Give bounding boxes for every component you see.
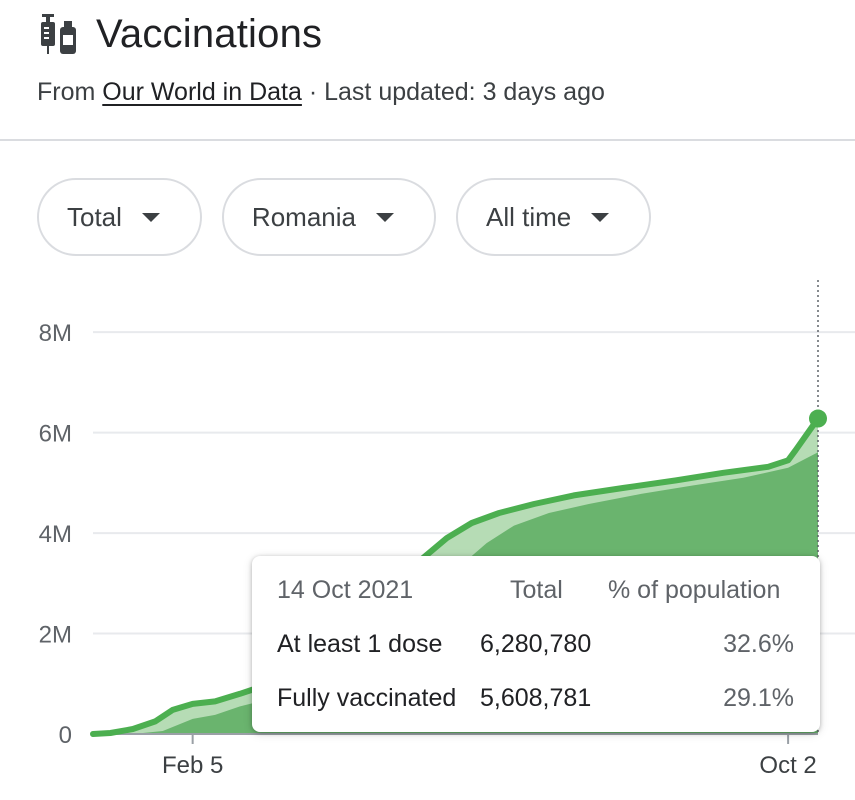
data-point-marker: [809, 409, 827, 428]
metric-dropdown-label: Total: [67, 201, 122, 232]
last-updated: · Last updated: 3 days ago: [308, 78, 605, 106]
x-tick-label: Oct 2: [759, 752, 816, 779]
time-range-dropdown[interactable]: All time: [455, 178, 652, 256]
page-title: Vaccinations: [96, 12, 323, 56]
y-tick-label: 8M: [39, 320, 72, 347]
dropdown-arrow-icon: [591, 212, 610, 222]
chart-tooltip: 14 Oct 2021 Total % of population At lea…: [252, 556, 820, 732]
country-dropdown[interactable]: Romania: [221, 178, 436, 256]
tooltip-row-pct: 32.6%: [723, 630, 794, 658]
dropdown-arrow-icon: [141, 212, 160, 222]
y-tick-label: 4M: [39, 521, 72, 548]
dropdown-arrow-icon: [375, 212, 394, 222]
source-line: From Our World in Data · Last updated: 3…: [37, 78, 605, 107]
country-dropdown-label: Romania: [251, 201, 356, 232]
tooltip-col-total: Total: [510, 576, 563, 604]
tooltip-row-pct: 29.1%: [723, 684, 794, 712]
tooltip-row-total: 5,608,781: [480, 684, 592, 712]
header: Vaccinations From Our World in Data · La…: [0, 0, 855, 140]
source-prefix: From: [37, 78, 96, 106]
tooltip-row-label: Fully vaccinated: [277, 684, 457, 712]
x-tick-label: Feb 5: [162, 752, 223, 779]
tooltip-date: 14 Oct 2021: [277, 576, 414, 604]
tooltip-row-total: 6,280,780: [480, 630, 592, 658]
time-range-dropdown-label: All time: [485, 201, 572, 232]
metric-dropdown[interactable]: Total: [37, 178, 202, 256]
source-link[interactable]: Our World in Data: [102, 78, 302, 106]
tooltip-col-pct: % of population: [608, 576, 781, 604]
tooltip-row-label: At least 1 dose: [277, 630, 443, 658]
y-tick-label: 0: [59, 722, 72, 749]
y-tick-label: 2M: [39, 622, 72, 649]
y-tick-label: 6M: [39, 421, 72, 448]
filter-bar: Total Romania All time: [37, 178, 652, 256]
vaccine-icon: [41, 13, 76, 54]
header-divider: [0, 139, 855, 141]
title-row: Vaccinations: [38, 12, 322, 57]
